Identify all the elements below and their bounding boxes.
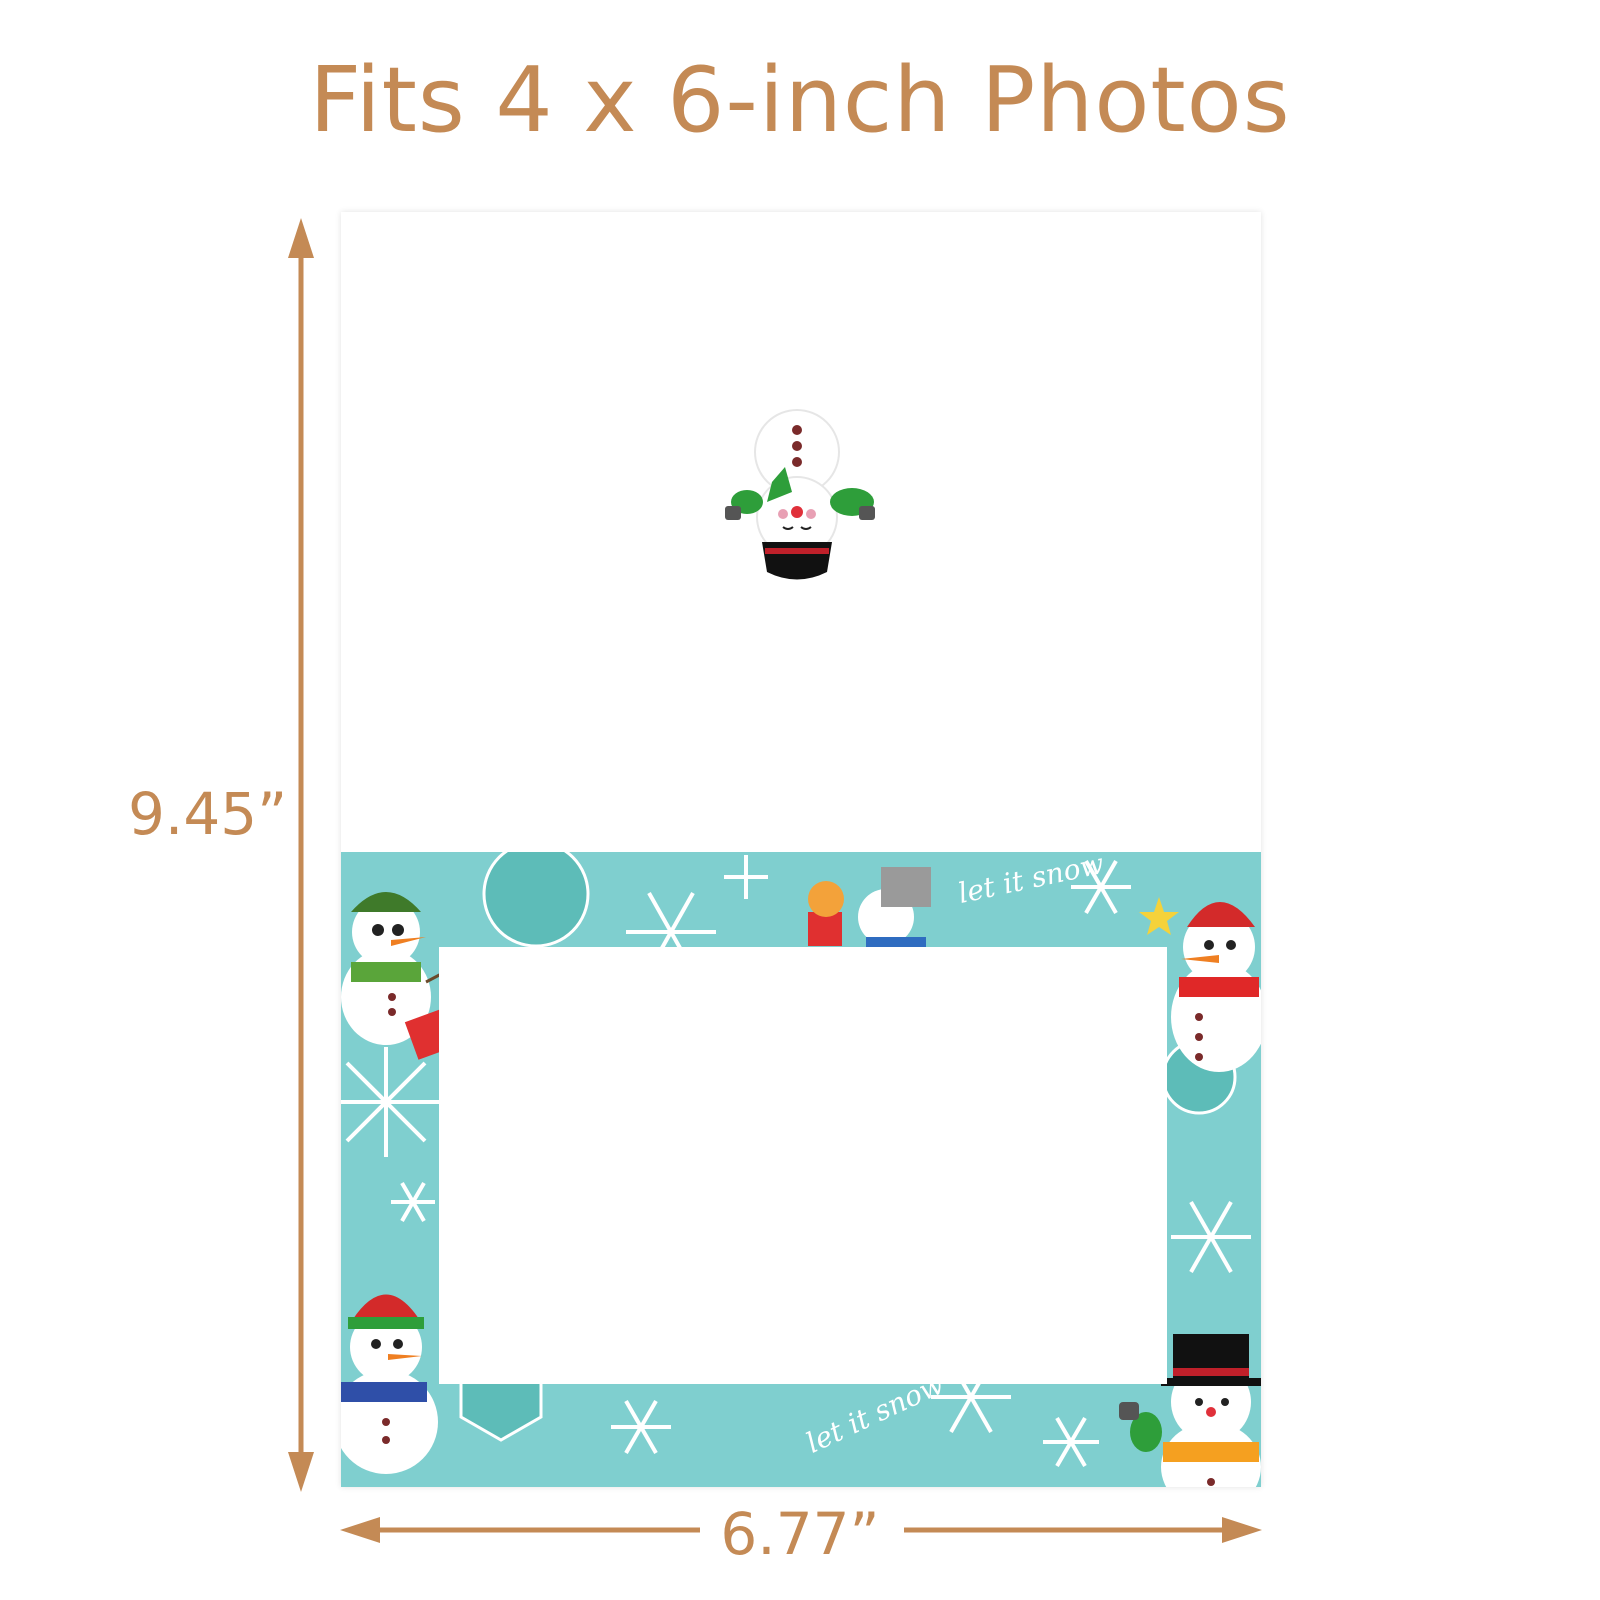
- snowman-icon: [341, 1294, 438, 1474]
- page-title: Fits 4 x 6-inch Photos: [309, 48, 1291, 153]
- width-label: 6.77”: [700, 1500, 900, 1568]
- upside-down-snowman-icon: [725, 409, 875, 580]
- snowman-icon: [808, 867, 931, 955]
- snowflake-medallion-icon: [482, 852, 590, 948]
- height-label: 9.45”: [128, 780, 288, 848]
- photo-window: [439, 947, 1167, 1384]
- snowman-photo-frame: let it snow let it snow: [341, 852, 1261, 1487]
